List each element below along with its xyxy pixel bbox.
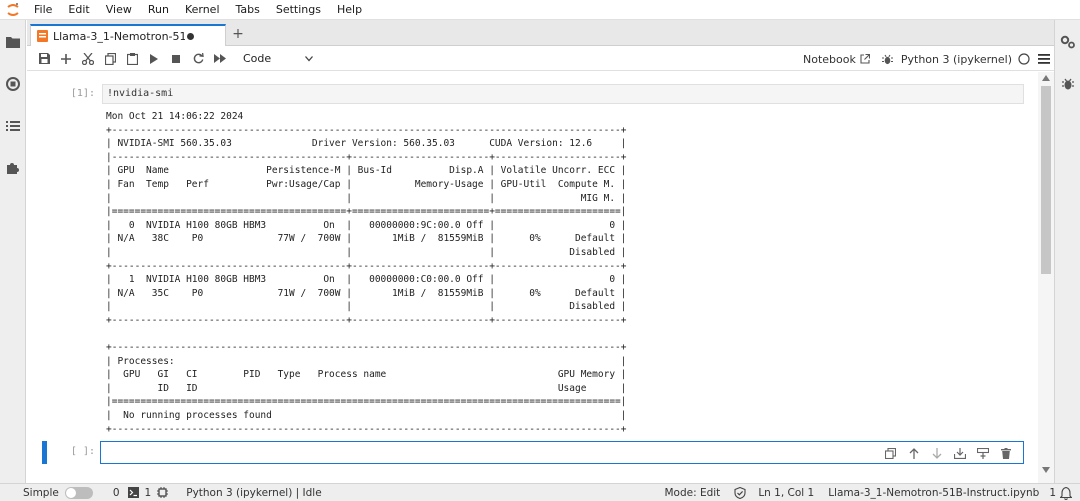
delete-cell-trash-icon[interactable] [994, 444, 1017, 462]
status-right-group: Mode: Edit Ln 1, Col 1 Llama-3_1-Nemotro… [664, 484, 1072, 501]
menu-run[interactable]: Run [140, 0, 177, 20]
property-inspector-gears-icon[interactable] [1060, 34, 1076, 50]
notebook-scrollbar[interactable] [1038, 72, 1054, 483]
cell1-code-editor[interactable]: !nvidia-smi [102, 84, 1024, 104]
run-cell-play-icon[interactable] [143, 48, 165, 70]
interrupt-stop-icon[interactable] [165, 48, 187, 70]
kernel-count[interactable]: 1 [145, 487, 152, 499]
copy-icon[interactable] [99, 48, 121, 70]
menu-settings[interactable]: Settings [268, 0, 329, 20]
notebook-button[interactable]: Notebook [803, 53, 856, 66]
jupyter-logo-icon [0, 0, 26, 20]
cursor-position[interactable]: Ln 1, Col 1 [758, 487, 814, 499]
scroll-up-arrow-icon[interactable] [1042, 75, 1050, 81]
hamburger-menu-icon[interactable] [1038, 54, 1050, 64]
restart-run-all-fast-forward-icon[interactable] [209, 48, 231, 70]
cell2-input-prompt: [ ]: [70, 446, 95, 457]
debugger-bug-icon[interactable] [1060, 76, 1076, 92]
notebook-tab[interactable]: Llama-3_1-Nemotron-51B-In [30, 24, 226, 46]
menu-bar: File Edit View Run Kernel Tabs Settings … [0, 0, 1080, 20]
simple-mode-label: Simple [23, 486, 59, 499]
folder-icon[interactable] [5, 34, 21, 50]
extensions-puzzle-icon[interactable] [5, 160, 21, 176]
cut-scissors-icon[interactable] [77, 48, 99, 70]
terminal-icon[interactable] [127, 487, 139, 498]
notification-bell-icon[interactable] [1060, 486, 1072, 500]
insert-cell-above-icon[interactable] [948, 444, 971, 462]
file-name[interactable]: Llama-3_1-Nemotron-51B-Instruct.ipynb [828, 487, 1039, 499]
notification-count[interactable]: 1 [1049, 487, 1056, 499]
kernel-status[interactable]: Python 3 (ipykernel) | Idle [186, 487, 321, 499]
chevron-down-icon [305, 55, 313, 61]
cell-type-value: Code [243, 52, 272, 65]
move-cell-up-arrow-icon[interactable] [902, 444, 925, 462]
notebook-file-icon [37, 30, 48, 42]
terminal-count[interactable]: 0 [113, 487, 120, 499]
duplicate-cell-icon[interactable] [879, 444, 902, 462]
notebook-panel[interactable]: [1]: !nvidia-smi Mon Oct 21 14:06:22 202… [27, 72, 1038, 483]
kernel-chip-icon[interactable] [157, 487, 169, 498]
menu-help[interactable]: Help [329, 0, 370, 20]
tab-title: Llama-3_1-Nemotron-51B-In [53, 29, 185, 43]
cell-toolbar [879, 444, 1017, 462]
menu-file[interactable]: File [26, 0, 60, 20]
scrollbar-thumb[interactable] [1041, 86, 1051, 274]
save-icon[interactable] [33, 48, 55, 70]
insert-cell-below-icon[interactable] [971, 444, 994, 462]
cell1-output: Mon Oct 21 14:06:22 2024 +--------------… [106, 111, 627, 435]
right-sidebar [1054, 20, 1080, 483]
kernel-idle-status-icon [1018, 53, 1030, 65]
simple-mode-toggle[interactable] [64, 486, 93, 499]
menu-view[interactable]: View [98, 0, 140, 20]
unsaved-indicator-icon[interactable] [187, 32, 194, 40]
editor-mode: Mode: Edit [664, 487, 721, 499]
menu-tabs[interactable]: Tabs [228, 0, 268, 20]
insert-cell-plus-icon[interactable] [55, 48, 77, 70]
kernel-debugger-bug-icon[interactable] [881, 54, 893, 65]
kernel-name-button[interactable]: Python 3 (ipykernel) [901, 53, 1012, 66]
trusted-shield-icon[interactable] [734, 487, 746, 499]
paste-clipboard-icon[interactable] [121, 48, 143, 70]
left-sidebar [0, 20, 26, 483]
new-tab-button[interactable]: + [229, 25, 247, 43]
running-sessions-icon[interactable] [5, 76, 21, 92]
restart-kernel-icon[interactable] [187, 48, 209, 70]
toolbar-right-group: Notebook Python 3 (ipykernel) [803, 47, 1050, 71]
table-of-contents-icon[interactable] [5, 118, 21, 134]
status-bar: Simple 0 1 Python 3 (ipykernel) | Idle M… [0, 483, 1080, 501]
menu-edit[interactable]: Edit [60, 0, 97, 20]
open-external-icon[interactable] [860, 54, 870, 64]
move-cell-down-arrow-icon[interactable] [925, 444, 948, 462]
notebook-toolbar: Code Notebook Python 3 (ipykernel) [27, 47, 1054, 71]
tab-strip: Llama-3_1-Nemotron-51B-In + [27, 20, 1054, 46]
menu-kernel[interactable]: Kernel [177, 0, 228, 20]
cell2-code-editor[interactable] [100, 441, 1024, 464]
scroll-down-arrow-icon[interactable] [1042, 467, 1050, 473]
cell1-input-prompt: [1]: [70, 88, 95, 99]
cell-type-dropdown[interactable]: Code [243, 52, 313, 65]
